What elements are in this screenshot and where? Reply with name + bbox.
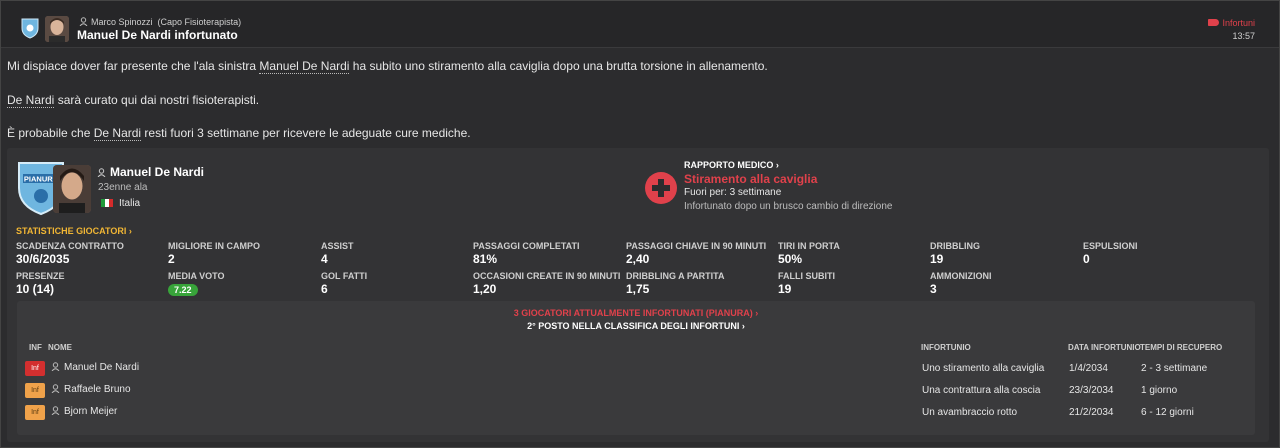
injury-ranking-link[interactable]: 2° POSTO NELLA CLASSIFICA DEGLI INFORTUN… <box>17 321 1255 331</box>
player-name-text: Bjorn Meijer <box>64 406 118 417</box>
date-cell: 1/4/2034 <box>1069 363 1108 374</box>
player-name[interactable]: Manuel De Nardi <box>97 165 204 179</box>
column-header-date[interactable]: DATA INFORTUNIO <box>1068 343 1141 352</box>
stat-label: PRESENZE <box>16 271 65 281</box>
stat-label: FALLI SUBITI <box>778 271 835 281</box>
recovery-cell: 6 - 12 giorni <box>1141 407 1194 418</box>
club-crest-icon <box>21 18 39 39</box>
stat-label: DRIBBLING <box>930 241 980 251</box>
player-injury-card: PIANURA Manuel De Nardi 23enne ala Itali… <box>7 148 1269 442</box>
column-header-injury[interactable]: INFORTUNIO <box>921 343 971 352</box>
person-icon <box>51 362 60 371</box>
injury-badge: Inf <box>25 383 45 398</box>
injury-badge: Inf <box>25 405 45 420</box>
column-header-inf[interactable]: INF <box>29 343 42 352</box>
player-name-text: Raffaele Bruno <box>64 384 131 395</box>
player-link[interactable]: De Nardi <box>93 126 142 141</box>
message-window: Marco Spinozzi (Capo Fisioterapista) Man… <box>0 0 1280 448</box>
injury-cell: Una contrattura alla coscia <box>922 385 1041 396</box>
message-time: 13:57 <box>1232 31 1255 41</box>
date-cell: 21/2/2034 <box>1069 407 1114 418</box>
player-stats-link[interactable]: STATISTICHE GIOCATORI › <box>16 226 132 236</box>
medical-report-link[interactable]: RAPPORTO MEDICO › <box>684 160 779 170</box>
stat-value: 19 <box>930 252 944 266</box>
stat-label: DRIBBLING A PARTITA <box>626 271 725 281</box>
message-subject: Manuel De Nardi infortunato <box>77 28 238 42</box>
injury-description: Infortunato dopo un brusco cambio di dir… <box>684 201 893 212</box>
stat-value: 0 <box>1083 252 1090 266</box>
injury-cell: Un avambraccio rotto <box>922 407 1018 418</box>
text-segment: ha subito uno stiramento alla caviglia d… <box>349 59 768 73</box>
text-segment: Mi dispiace dover far presente che l'ala… <box>7 59 260 73</box>
stat-value: 3 <box>930 282 937 296</box>
player-avatar[interactable] <box>53 165 91 213</box>
stat-value: 81% <box>473 252 498 266</box>
stat-label: MEDIA VOTO <box>168 271 225 281</box>
sender-avatar[interactable] <box>45 16 69 42</box>
injured-count-link[interactable]: 3 GIOCATORI ATTUALMENTE INFORTUNATI (PIA… <box>17 308 1255 318</box>
injury-badge: Inf <box>25 361 45 376</box>
player-nationality[interactable]: Italia <box>101 198 140 209</box>
category-label[interactable]: Infortuni <box>1208 18 1255 28</box>
stat-label: GOL FATTI <box>321 271 368 281</box>
text-segment: È probabile che <box>7 126 94 140</box>
stat-value: 1,75 <box>626 282 650 296</box>
italy-flag-icon <box>101 199 113 207</box>
stat-value: 10 (14) <box>16 282 55 296</box>
player-link[interactable]: Manuel De Nardi <box>259 59 350 74</box>
stat-value: 30/6/2035 <box>16 252 70 266</box>
person-icon <box>79 17 88 26</box>
rating-badge: 7.22 <box>168 284 198 296</box>
stat-value: 2,40 <box>626 252 650 266</box>
stat-label: PASSAGGI COMPLETATI <box>473 241 580 251</box>
table-row-player[interactable]: Manuel De Nardi <box>51 362 139 373</box>
player-age-position: 23enne ala <box>98 182 148 193</box>
injury-type: Stiramento alla caviglia <box>684 172 818 186</box>
person-icon <box>51 406 60 415</box>
stat-value: 50% <box>778 252 803 266</box>
column-header-recovery[interactable]: TEMPI DI RECUPERO <box>1140 343 1222 352</box>
player-name-text: Manuel De Nardi <box>64 362 140 373</box>
stat-label: ESPULSIONI <box>1083 241 1138 251</box>
message-paragraph-3: È probabile che De Nardi resti fuori 3 s… <box>7 126 471 141</box>
stat-value: 4 <box>321 252 328 266</box>
stat-label: PASSAGGI CHIAVE IN 90 MINUTI <box>626 241 767 251</box>
injured-players-panel: 3 GIOCATORI ATTUALMENTE INFORTUNATI (PIA… <box>17 301 1255 435</box>
column-header-name[interactable]: NOME <box>48 343 72 352</box>
stat-value: 1,20 <box>473 282 497 296</box>
recovery-cell: 1 giorno <box>1141 385 1178 396</box>
stat-label: OCCASIONI CREATE IN 90 MINUTI <box>473 271 621 281</box>
stat-label: SCADENZA CONTRATTO <box>16 241 124 251</box>
nation-text: Italia <box>119 198 141 209</box>
injury-cell: Uno stiramento alla caviglia <box>922 363 1045 374</box>
date-cell: 23/3/2034 <box>1069 385 1114 396</box>
message-paragraph-2: De Nardi sarà curato qui dai nostri fisi… <box>7 93 260 108</box>
person-icon <box>97 168 106 177</box>
stat-label: ASSIST <box>321 241 354 251</box>
stat-label: TIRI IN PORTA <box>778 241 840 251</box>
player-name-text: Manuel De Nardi <box>110 165 205 179</box>
recovery-cell: 2 - 3 settimane <box>1141 363 1208 374</box>
medical-cross-icon <box>645 172 677 204</box>
table-row-player[interactable]: Bjorn Meijer <box>51 406 117 417</box>
injury-duration: Fuori per: 3 settimane <box>684 187 782 198</box>
sender-name: Marco Spinozzi <box>91 17 153 27</box>
sender-role: (Capo Fisioterapista) <box>157 17 242 27</box>
text-segment: sarà curato qui dai nostri fisioterapist… <box>54 93 260 107</box>
person-icon <box>51 384 60 393</box>
stat-value: 6 <box>321 282 328 296</box>
table-row-player[interactable]: Raffaele Bruno <box>51 384 131 395</box>
text-segment: resti fuori 3 settimane per ricevere le … <box>141 126 471 140</box>
sender-line[interactable]: Marco Spinozzi (Capo Fisioterapista) <box>79 17 241 27</box>
category-text: Infortuni <box>1222 18 1255 28</box>
stat-label: MIGLIORE IN CAMPO <box>168 241 260 251</box>
stat-value: 2 <box>168 252 175 266</box>
message-header: Marco Spinozzi (Capo Fisioterapista) Man… <box>1 1 1279 48</box>
message-paragraph-1: Mi dispiace dover far presente che l'ala… <box>7 59 768 74</box>
stat-value: 19 <box>778 282 792 296</box>
stat-label: AMMONIZIONI <box>930 271 992 281</box>
player-link[interactable]: De Nardi <box>7 93 55 108</box>
tag-icon <box>1208 19 1220 26</box>
stat-value: 7.22 <box>168 282 198 296</box>
